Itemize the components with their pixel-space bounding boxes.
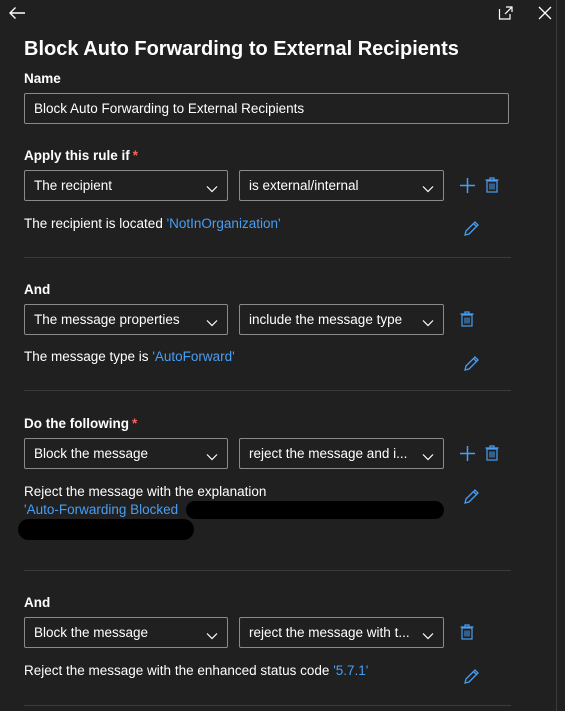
select-value: is external/internal [249, 178, 359, 193]
scrollable-content[interactable]: Name Block Auto Forwarding to External R… [0, 64, 556, 711]
section-divider [24, 390, 511, 391]
select-value: The message properties [34, 312, 180, 327]
and-label: And [24, 595, 51, 610]
panel-title: Block Auto Forwarding to External Recipi… [24, 38, 459, 60]
action-1-description-line1: Reject the message with the explanation [24, 484, 267, 499]
condition-1-property-select[interactable]: The recipient [24, 170, 228, 201]
action-2-description: Reject the message with the enhanced sta… [24, 662, 368, 680]
trash-icon[interactable] [457, 309, 477, 329]
section-divider [24, 257, 511, 258]
select-value: include the message type [249, 312, 403, 327]
actions-label: Do the following * [24, 416, 137, 431]
close-icon[interactable] [534, 3, 556, 23]
window-edge [556, 0, 557, 711]
pencil-icon[interactable] [461, 486, 481, 506]
status-code-link[interactable]: '5.7.1' [333, 663, 368, 678]
select-value: Block the message [34, 446, 149, 461]
chevron-down-icon [206, 315, 218, 330]
condition-2-description: The message type is 'AutoForward' [24, 348, 235, 366]
recipient-location-link[interactable]: 'NotInOrganization' [167, 216, 281, 231]
condition-2-property-select[interactable]: The message properties [24, 304, 228, 335]
required-marker: * [132, 148, 139, 163]
message-type-link[interactable]: 'AutoForward' [152, 349, 234, 364]
open-in-new-window-icon[interactable] [494, 3, 516, 23]
panel-header-bar [0, 0, 556, 28]
trash-icon[interactable] [482, 175, 502, 195]
rule-name-input[interactable]: Block Auto Forwarding to External Recipi… [24, 93, 509, 124]
and-label: And [24, 282, 51, 297]
add-icon[interactable] [457, 175, 477, 195]
name-label: Name [24, 71, 61, 86]
desc-text: Reject the message with the enhanced sta… [24, 663, 334, 678]
action-1-detail-select[interactable]: reject the message and i... [239, 438, 444, 469]
chevron-down-icon [422, 628, 434, 643]
chevron-down-icon [206, 628, 218, 643]
chevron-down-icon [206, 181, 218, 196]
redaction-mark [18, 519, 194, 540]
pencil-icon[interactable] [461, 353, 481, 373]
conditions-label-text: Apply this rule if [24, 148, 130, 163]
select-value: reject the message and i... [249, 446, 408, 461]
action-2-type-select[interactable]: Block the message [24, 617, 228, 648]
select-value: The recipient [34, 178, 113, 193]
redaction-mark [186, 501, 444, 519]
action-2-detail-select[interactable]: reject the message with t... [239, 617, 444, 648]
pencil-icon[interactable] [461, 218, 481, 238]
condition-1-description: The recipient is located 'NotInOrganizat… [24, 215, 281, 233]
actions-label-text: Do the following [24, 416, 129, 431]
explanation-link[interactable]: 'Auto-Forwarding Blocked [24, 502, 178, 517]
section-divider [24, 705, 511, 706]
conditions-label: Apply this rule if * [24, 148, 138, 163]
condition-2-operator-select[interactable]: include the message type [239, 304, 444, 335]
required-marker: * [131, 416, 138, 431]
action-1-description-line2: 'Auto-Forwarding Blocked [24, 501, 178, 519]
chevron-down-icon [422, 315, 434, 330]
add-icon[interactable] [457, 443, 477, 463]
desc-text: The message type is [24, 349, 153, 364]
chevron-down-icon [422, 181, 434, 196]
pencil-icon[interactable] [461, 666, 481, 686]
back-arrow-icon[interactable] [4, 2, 30, 24]
select-value: Block the message [34, 625, 149, 640]
chevron-down-icon [422, 449, 434, 464]
select-value: reject the message with t... [249, 625, 410, 640]
desc-text: The recipient is located [24, 216, 167, 231]
condition-1-operator-select[interactable]: is external/internal [239, 170, 444, 201]
trash-icon[interactable] [482, 443, 502, 463]
section-divider [24, 570, 511, 571]
chevron-down-icon [206, 449, 218, 464]
trash-icon[interactable] [457, 622, 477, 642]
action-1-type-select[interactable]: Block the message [24, 438, 228, 469]
